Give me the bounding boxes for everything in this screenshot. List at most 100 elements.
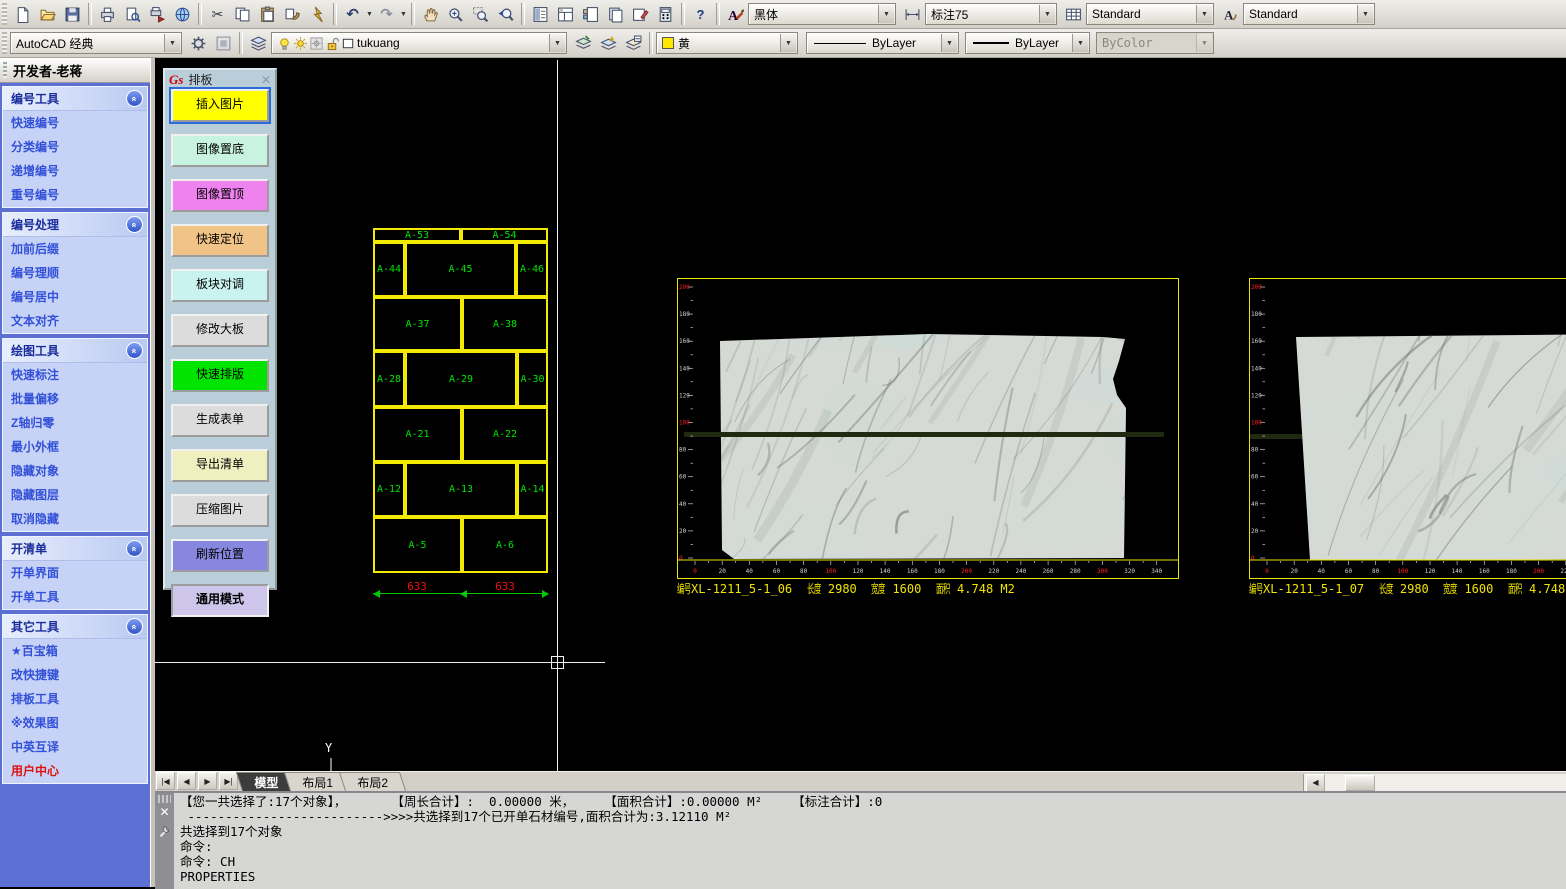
layer-states-icon[interactable]	[571, 31, 596, 56]
dropdown-arrow-icon[interactable]: ▼	[1039, 5, 1055, 23]
print-preview-icon[interactable]	[120, 2, 145, 27]
text-style-combo[interactable]: Standard▼	[1243, 3, 1375, 25]
tab-next-icon[interactable]: ▶	[198, 772, 217, 790]
cut-icon[interactable]: ✂	[205, 2, 230, 27]
redline-icon[interactable]	[305, 2, 330, 27]
palette-titlebar[interactable]: Gs 排板 ✕	[165, 70, 275, 89]
drag-handle-icon[interactable]	[3, 62, 7, 78]
palette-button[interactable]: 压缩图片	[171, 494, 269, 527]
sidebar-item[interactable]: 分类编号	[3, 135, 147, 159]
layer-thaw-icon[interactable]	[293, 36, 308, 51]
slab-image-frame[interactable]: 0204060801001201401601802000204060801001…	[1249, 278, 1566, 579]
markup-set-icon[interactable]	[628, 2, 653, 27]
palette-button[interactable]: 生成表单	[171, 404, 269, 437]
font-style-combo[interactable]: 黑体▼	[748, 3, 896, 25]
sidebar-item[interactable]: 最小外框	[3, 435, 147, 459]
sidebar-title[interactable]: 开发者-老蒋	[0, 58, 150, 83]
paste-icon[interactable]	[255, 2, 280, 27]
dim-style-icon[interactable]	[900, 2, 925, 27]
sidebar-item[interactable]: 隐藏图层	[3, 483, 147, 507]
redo-icon[interactable]: ↷	[374, 2, 399, 27]
palette-button[interactable]: 导出清单	[171, 449, 269, 482]
slab-cell[interactable]: A-38	[462, 297, 548, 351]
palette-button[interactable]: 修改大板	[171, 314, 269, 347]
pan-icon[interactable]	[418, 2, 443, 27]
layer-properties-icon[interactable]	[246, 31, 271, 56]
dim-style-combo[interactable]: 标注75▼	[925, 3, 1057, 25]
toolbar-grip[interactable]	[2, 3, 7, 25]
sidebar-section-header[interactable]: 绘图工具«	[3, 339, 147, 363]
layer-combo[interactable]: tukuang ▼	[271, 32, 567, 54]
sidebar-item[interactable]: 中英互译	[3, 735, 147, 759]
palette-button[interactable]: 快速排版	[171, 359, 269, 392]
wrench-icon[interactable]	[158, 825, 171, 838]
dropdown-arrow-icon[interactable]: ▼	[1072, 34, 1088, 52]
undo-icon[interactable]: ↶	[340, 2, 365, 27]
slab-cell[interactable]: A-6	[462, 517, 548, 573]
sidebar-item[interactable]: 开单界面	[3, 561, 147, 585]
undo-dropdown-icon[interactable]: ▼	[365, 11, 374, 18]
palette-button[interactable]: 图像置顶	[171, 179, 269, 212]
slab-image-frame[interactable]: 0204060801001201401601802000204060801001…	[677, 278, 1179, 579]
dropdown-arrow-icon[interactable]: ▼	[549, 34, 565, 52]
open-file-icon[interactable]	[35, 2, 60, 27]
table-style-icon[interactable]	[1061, 2, 1086, 27]
sidebar-item[interactable]: 编号理顺	[3, 261, 147, 285]
linetype-combo[interactable]: ByLayer ▼	[806, 32, 959, 54]
print-icon[interactable]	[95, 2, 120, 27]
dropdown-arrow-icon[interactable]: ▼	[941, 34, 957, 52]
sidebar-item[interactable]: 排板工具	[3, 687, 147, 711]
collapse-chevron-icon[interactable]: «	[126, 90, 143, 107]
help-icon[interactable]: ?	[688, 2, 713, 27]
sidebar-item[interactable]: 快速编号	[3, 111, 147, 135]
table-style-combo[interactable]: Standard▼	[1086, 3, 1214, 25]
sidebar-item[interactable]: 开单工具	[3, 585, 147, 609]
command-history[interactable]: 【您一共选择了:17个对象】， 【周长合计】: 0.00000 米， 【面积合计…	[174, 793, 1566, 889]
dropdown-arrow-icon[interactable]: ▼	[164, 34, 180, 52]
sidebar-item[interactable]: ★百宝箱	[3, 639, 147, 663]
dropdown-arrow-icon[interactable]: ▼	[1196, 5, 1212, 23]
layer-on-icon[interactable]	[277, 36, 292, 51]
scrollbar-thumb[interactable]	[1345, 775, 1375, 791]
tool-palettes-icon[interactable]	[578, 2, 603, 27]
slab-cell[interactable]: A-53	[373, 228, 461, 242]
collapse-chevron-icon[interactable]: «	[126, 342, 143, 359]
tab-prev-icon[interactable]: ◀	[177, 772, 196, 790]
make-object-layer-current-icon[interactable]	[596, 31, 621, 56]
sidebar-item[interactable]: 取消隐藏	[3, 507, 147, 531]
horizontal-scrollbar[interactable]: ◀	[1303, 774, 1566, 791]
slab-cell[interactable]: A-14	[517, 462, 548, 517]
quick-calc-icon[interactable]	[653, 2, 678, 27]
sidebar-item[interactable]: 编号居中	[3, 285, 147, 309]
workspace-settings-icon[interactable]	[186, 31, 211, 56]
sidebar-item[interactable]: 重号编号	[3, 183, 147, 207]
zoom-window-icon[interactable]	[468, 2, 493, 27]
sidebar-section-header[interactable]: 编号工具«	[3, 87, 147, 111]
tab-last-icon[interactable]: ▶|	[219, 772, 238, 790]
zoom-previous-icon[interactable]	[493, 2, 518, 27]
lineweight-combo[interactable]: ByLayer ▼	[965, 32, 1090, 54]
sidebar-item[interactable]: 加前后缀	[3, 237, 147, 261]
scroll-left-icon[interactable]: ◀	[1306, 774, 1325, 792]
sidebar-item[interactable]: Z轴归零	[3, 411, 147, 435]
close-icon[interactable]: ✕	[261, 73, 271, 87]
save-icon[interactable]	[60, 2, 85, 27]
close-icon[interactable]: ✕	[155, 805, 174, 819]
design-center-icon[interactable]	[553, 2, 578, 27]
collapse-chevron-icon[interactable]: «	[126, 216, 143, 233]
slab-cell[interactable]: A-44	[373, 242, 405, 297]
redo-dropdown-icon[interactable]: ▼	[399, 11, 408, 18]
palette-button[interactable]: 插入图片	[171, 89, 269, 122]
font-tool-icon[interactable]: A	[723, 2, 748, 27]
slab-cell[interactable]: A-22	[462, 407, 548, 462]
properties-palette-icon[interactable]	[528, 2, 553, 27]
palette-button[interactable]: 图像置底	[171, 134, 269, 167]
slab-cell[interactable]: A-21	[373, 407, 462, 462]
text-style-icon[interactable]: A	[1218, 2, 1243, 27]
slab-cell[interactable]: A-12	[373, 462, 405, 517]
layer-vp-freeze-icon[interactable]	[309, 36, 324, 51]
color-combo[interactable]: 黄 ▼	[656, 32, 798, 54]
sidebar-item[interactable]: 快速标注	[3, 363, 147, 387]
slab-cell[interactable]: A-45	[405, 242, 516, 297]
tab-first-icon[interactable]: |◀	[156, 772, 175, 790]
